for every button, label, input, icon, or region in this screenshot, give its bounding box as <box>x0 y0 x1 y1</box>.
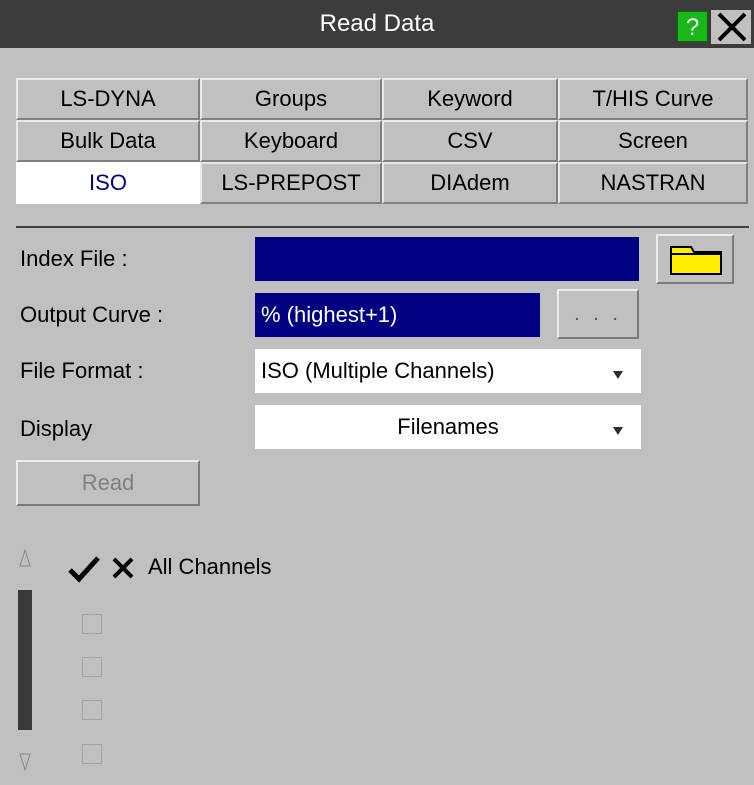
close-icon <box>717 12 747 42</box>
tab-nastran[interactable]: NASTRAN <box>558 162 748 204</box>
read-button[interactable]: Read <box>16 460 200 506</box>
tab-bulk-data[interactable]: Bulk Data <box>16 120 200 162</box>
title-bar: Read Data ? <box>0 0 754 48</box>
tab-keyword[interactable]: Keyword <box>382 78 558 120</box>
close-button[interactable] <box>711 10 751 44</box>
file-format-label: File Format : <box>20 358 144 383</box>
output-curve-label: Output Curve : <box>20 302 164 327</box>
display-dropdown[interactable]: Filenames <box>255 405 641 449</box>
channel-checkbox[interactable] <box>82 657 102 677</box>
file-format-value: ISO (Multiple Channels) <box>261 358 495 383</box>
tab-diadem[interactable]: DIAdem <box>382 162 558 204</box>
output-curve-input[interactable]: % (highest+1) <box>255 293 540 337</box>
channel-checkbox[interactable] <box>82 744 102 764</box>
deselect-all-cross-icon[interactable] <box>108 554 138 582</box>
folder-icon <box>670 246 722 275</box>
all-channels-label: All Channels <box>148 554 272 579</box>
index-file-input[interactable] <box>255 237 639 281</box>
channel-scrollbar[interactable] <box>18 590 32 730</box>
tab-groups[interactable]: Groups <box>200 78 382 120</box>
display-label: Display <box>20 416 93 441</box>
index-file-label: Index File : <box>20 246 128 271</box>
select-all-check-icon[interactable] <box>66 553 102 583</box>
tab-this-curve[interactable]: T/HIS Curve <box>558 78 748 120</box>
scroll-up-icon[interactable] <box>18 548 32 568</box>
tab-ls-prepost[interactable]: LS-PREPOST <box>200 162 382 204</box>
output-curve-more-button[interactable]: . . . <box>557 289 639 339</box>
channel-checkbox[interactable] <box>82 614 102 634</box>
tab-iso[interactable]: ISO <box>16 162 200 204</box>
help-button[interactable]: ? <box>677 11 708 42</box>
window-title: Read Data <box>319 10 435 37</box>
display-value: Filenames <box>397 414 499 439</box>
divider <box>16 226 749 228</box>
tab-csv[interactable]: CSV <box>382 120 558 162</box>
tab-screen[interactable]: Screen <box>558 120 748 162</box>
tab-keyboard[interactable]: Keyboard <box>200 120 382 162</box>
file-format-dropdown[interactable]: ISO (Multiple Channels) <box>255 349 641 393</box>
channel-checkbox[interactable] <box>82 700 102 720</box>
dropdown-arrow-icon <box>613 371 623 379</box>
browse-folder-button[interactable] <box>656 234 734 284</box>
tab-panel: LS-DYNA Groups Keyword T/HIS Curve Bulk … <box>0 48 754 228</box>
tab-ls-dyna[interactable]: LS-DYNA <box>16 78 200 120</box>
dropdown-arrow-icon <box>613 427 623 435</box>
scroll-down-icon[interactable] <box>18 752 32 772</box>
